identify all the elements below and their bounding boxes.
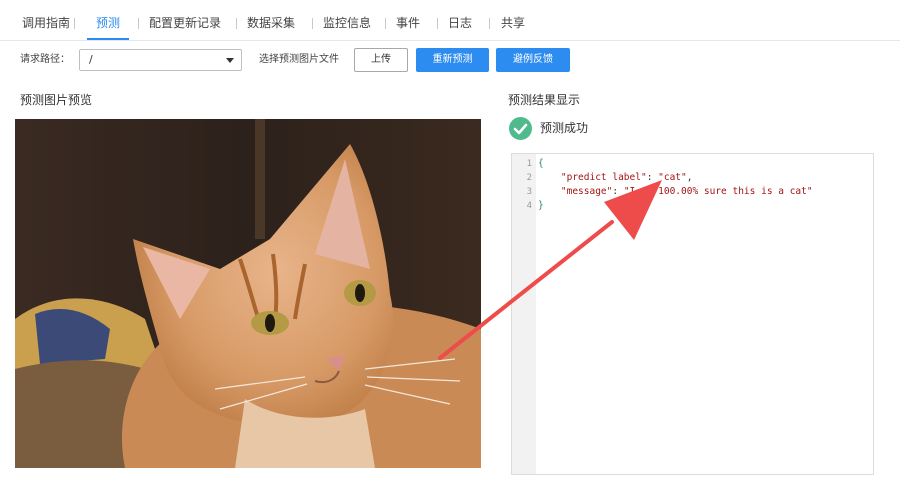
upload-button[interactable]: 上传 xyxy=(354,48,408,72)
tab-divider xyxy=(138,18,139,29)
tab-monitoring[interactable]: 监控信息 xyxy=(323,15,371,31)
tab-divider xyxy=(236,18,237,29)
request-path-select[interactable]: / xyxy=(79,49,242,71)
tab-predict[interactable]: 预测 xyxy=(96,15,120,31)
result-title: 预测结果显示 xyxy=(508,93,581,107)
line-number: 3 xyxy=(526,187,532,197)
tab-logs[interactable]: 日志 xyxy=(448,15,472,31)
repredict-button[interactable]: 重新预测 xyxy=(416,48,489,72)
success-check-icon xyxy=(509,117,532,140)
status-text: 预测成功 xyxy=(540,121,589,135)
line-number-gutter: 1 2 3 4 xyxy=(512,154,536,474)
request-path-value: / xyxy=(89,53,93,66)
tab-divider xyxy=(74,18,75,29)
json-value: "I am 100.00% sure this is a cat" xyxy=(623,186,813,197)
tab-divider xyxy=(437,18,438,29)
tab-config-history[interactable]: 配置更新记录 xyxy=(149,15,221,31)
cat-photo-illustration xyxy=(15,119,481,468)
tab-bar: 调用指南 预测 配置更新记录 数据采集 监控信息 事件 日志 共享 xyxy=(0,0,900,41)
json-value: "cat" xyxy=(658,172,687,183)
feedback-button[interactable]: 避例反馈 xyxy=(496,48,570,72)
tab-data-collection[interactable]: 数据采集 xyxy=(247,15,295,31)
json-brace: } xyxy=(538,200,544,211)
request-path-label: 请求路径： xyxy=(20,54,70,65)
json-key: "message" xyxy=(560,186,613,197)
tab-divider xyxy=(489,18,490,29)
tab-share[interactable]: 共享 xyxy=(501,15,525,31)
chevron-down-icon xyxy=(226,58,234,63)
tab-call-guide[interactable]: 调用指南 xyxy=(22,15,70,31)
tab-divider xyxy=(385,18,386,29)
preview-image xyxy=(15,119,481,468)
json-key: "predict label" xyxy=(560,172,647,183)
line-number: 4 xyxy=(526,201,532,211)
preview-title: 预测图片预览 xyxy=(20,93,93,107)
line-number: 2 xyxy=(526,173,532,183)
line-number: 1 xyxy=(526,159,532,169)
code-line: } xyxy=(538,199,544,213)
code-line: "predict label": "cat", xyxy=(560,172,693,183)
tab-events[interactable]: 事件 xyxy=(396,15,420,31)
active-tab-indicator xyxy=(87,38,129,40)
code-line: { xyxy=(538,157,544,171)
tab-divider xyxy=(312,18,313,29)
json-brace: { xyxy=(538,158,544,169)
result-code-editor[interactable]: 1 2 3 4 { "predict label": "cat", "messa… xyxy=(511,153,874,475)
select-file-label: 选择预测图片文件 xyxy=(259,54,339,65)
code-line: "message": "I am 100.00% sure this is a … xyxy=(560,186,813,197)
